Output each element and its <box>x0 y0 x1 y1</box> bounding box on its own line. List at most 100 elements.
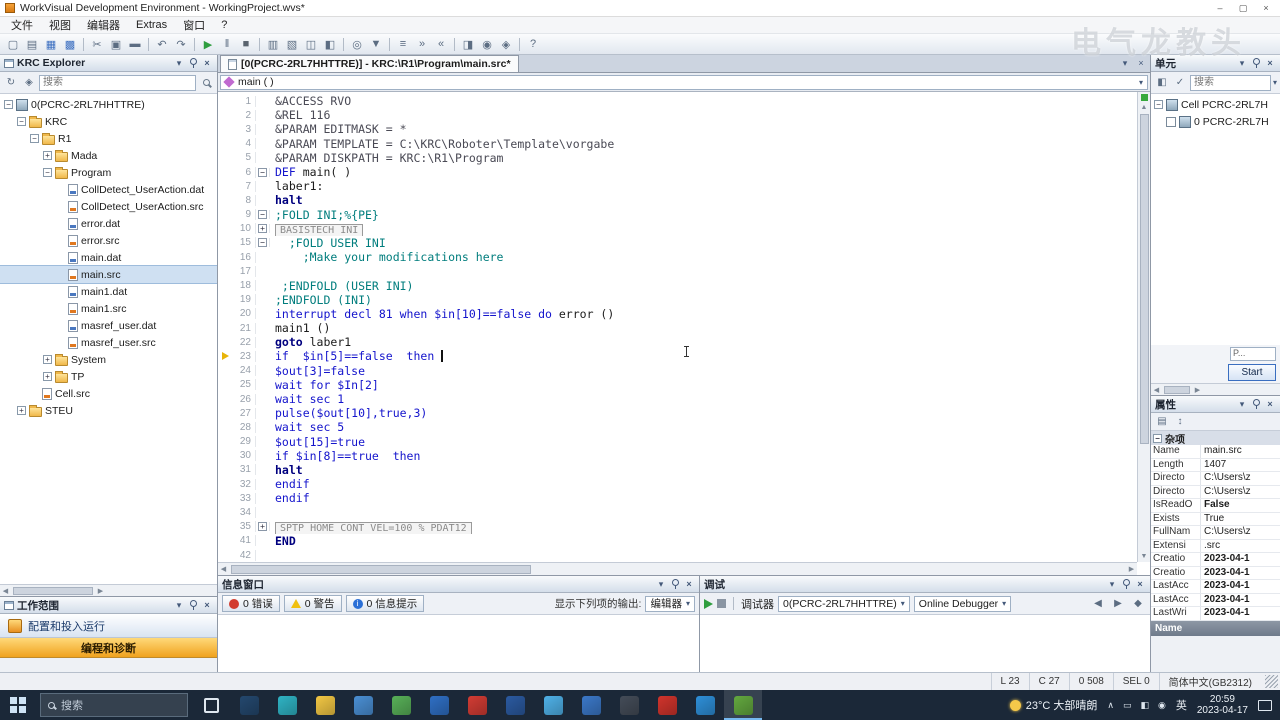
taskbar-mail-app-icon[interactable] <box>420 690 458 720</box>
collapse-icon[interactable]: − <box>30 134 39 143</box>
workspace-item-programming[interactable]: 编程和诊断 <box>0 638 217 658</box>
start-button[interactable]: Start <box>1228 364 1276 381</box>
tree-item-main1-src[interactable]: main1.src <box>0 300 217 317</box>
editor-vscrollbar[interactable]: ▲ ▼ <box>1137 92 1150 562</box>
taskbar-cloud-app-icon[interactable] <box>572 690 610 720</box>
close-button[interactable]: × <box>1257 2 1275 15</box>
tree-item-tp[interactable]: + TP <box>0 368 217 385</box>
scroll-right-icon[interactable]: ▶ <box>95 585 106 596</box>
stop-debug-button[interactable] <box>717 599 726 608</box>
pin-icon[interactable] <box>1251 398 1261 410</box>
collapse-icon[interactable]: − <box>17 117 26 126</box>
property-category-misc[interactable]: − 杂项 <box>1151 431 1280 446</box>
property-row[interactable]: IsReadO False <box>1151 499 1280 513</box>
expand-icon[interactable]: + <box>43 355 52 364</box>
categorized-view-icon[interactable]: ▤ <box>1154 414 1170 430</box>
save-all-icon[interactable]: ▩ <box>61 36 79 53</box>
code-line[interactable]: 17 <box>218 264 1137 278</box>
property-row[interactable]: Extensi .src <box>1151 539 1280 553</box>
scroll-up-icon[interactable]: ▲ <box>1139 102 1150 113</box>
warnings-filter-button[interactable]: 0 警告 <box>283 595 342 612</box>
fold-collapse-icon[interactable]: − <box>258 210 267 220</box>
fold-collapse-icon[interactable]: − <box>258 167 267 177</box>
document-tab-main-src[interactable]: [0(PCRC-2RL7HHTTRE)] - KRC:\R1\Program\m… <box>220 55 519 72</box>
code-line[interactable]: 30 if $in[8]==true then <box>218 449 1137 463</box>
taskbar-qq-app-icon[interactable] <box>534 690 572 720</box>
pin-icon[interactable] <box>670 578 680 590</box>
code-line[interactable]: 5 &PARAM DISKPATH = KRC:\R1\Program <box>218 151 1137 165</box>
errors-filter-button[interactable]: 0 错误 <box>222 595 280 612</box>
notification-center-icon[interactable] <box>1258 699 1272 711</box>
property-row[interactable]: Directo C:\Users\z <box>1151 472 1280 486</box>
list-view-icon[interactable]: ≡ <box>394 36 412 53</box>
collapse-icon[interactable]: − <box>4 100 13 109</box>
code-line[interactable]: 19 ;ENDFOLD (INI) <box>218 293 1137 307</box>
tree-item-colldetect-useraction-dat[interactable]: CollDetect_UserAction.dat <box>0 181 217 198</box>
scroll-thumb[interactable] <box>1139 114 1149 444</box>
pin-icon[interactable] <box>1251 57 1261 69</box>
explorer-search-input[interactable] <box>39 74 196 91</box>
debug-settings-icon[interactable]: ◆ <box>1130 596 1146 612</box>
pin-icon[interactable] <box>188 599 198 611</box>
taskbar-clock[interactable]: 20:59 2023-04-17 <box>1197 694 1248 716</box>
run-icon[interactable]: ▶ <box>199 36 217 53</box>
indent-icon[interactable]: » <box>413 36 431 53</box>
expand-icon[interactable]: + <box>43 151 52 160</box>
menu-extras[interactable]: Extras <box>128 18 175 32</box>
hidden-icons-icon[interactable]: ∧ <box>1107 700 1114 711</box>
code-line[interactable]: 42 <box>218 548 1137 562</box>
fold-expand-icon[interactable]: + <box>258 522 267 532</box>
volume-icon[interactable]: ◉ <box>1158 700 1166 711</box>
menu-file[interactable]: 文件 <box>3 16 41 34</box>
property-row[interactable]: FullNam C:\Users\z <box>1151 526 1280 540</box>
close-panel-button[interactable]: × <box>201 57 213 69</box>
redo-icon[interactable]: ↷ <box>172 36 190 53</box>
resize-grip[interactable] <box>1265 675 1278 688</box>
tree-item-r1[interactable]: − R1 <box>0 130 217 147</box>
code-line[interactable]: 41 END <box>218 534 1137 548</box>
code-line[interactable]: 10 + BASISTECH INI <box>218 222 1137 236</box>
add-device-icon[interactable]: ▥ <box>264 36 282 53</box>
cell-hscrollbar[interactable]: ◀ ▶ <box>1151 383 1280 395</box>
property-row[interactable]: LastAcc 2023-04-1 <box>1151 580 1280 594</box>
close-panel-button[interactable]: × <box>1134 578 1146 590</box>
tree-item-krc[interactable]: − KRC <box>0 113 217 130</box>
scroll-thumb[interactable] <box>231 564 531 574</box>
stop-icon[interactable]: ■ <box>237 36 255 53</box>
code-line[interactable]: 29 $out[15]=true <box>218 435 1137 449</box>
start-menu-button[interactable] <box>0 690 36 720</box>
editor-hscrollbar[interactable]: ◀ ▶ <box>218 562 1137 575</box>
property-row[interactable]: Directo C:\Users\z <box>1151 485 1280 499</box>
help-icon[interactable]: ? <box>524 36 542 53</box>
pin-icon[interactable] <box>188 57 198 69</box>
panel-menu-button[interactable]: ▾ <box>1106 578 1118 590</box>
code-line[interactable]: 20 interrupt decl 81 when $in[10]==false … <box>218 307 1137 321</box>
fold-collapse-icon[interactable]: − <box>258 238 267 248</box>
tree-item-program[interactable]: − Program <box>0 164 217 181</box>
tree-item-main-dat[interactable]: main.dat <box>0 249 217 266</box>
close-panel-button[interactable]: × <box>683 578 695 590</box>
weather-widget[interactable]: 23°C 大部晴朗 <box>1009 697 1097 713</box>
project-structure-icon[interactable]: ◧ <box>321 36 339 53</box>
workspace-item-configuration[interactable]: 配置和投入运行 <box>0 614 217 638</box>
tree-item-system[interactable]: + System <box>0 351 217 368</box>
tree-item-error-src[interactable]: error.src <box>0 232 217 249</box>
property-row[interactable]: Exists True <box>1151 512 1280 526</box>
tree-item-error-dat[interactable]: error.dat <box>0 215 217 232</box>
cell-tree-item-cell-pcrc-2rl7h[interactable]: − Cell PCRC-2RL7H <box>1151 96 1280 113</box>
menu-window[interactable]: 窗口 <box>175 16 213 34</box>
close-document-button[interactable]: × <box>1134 56 1148 70</box>
code-line[interactable]: 27 pulse($out[10],true,3) <box>218 406 1137 420</box>
taskbar-search[interactable]: 搜索 <box>40 693 188 717</box>
code-line[interactable]: 35 + SPTP HOME CONT VEL=100 % PDAT12 <box>218 520 1137 534</box>
checkbox[interactable] <box>1166 116 1176 127</box>
code-line[interactable]: 8 halt <box>218 193 1137 207</box>
taskbar-wps-office-icon[interactable] <box>648 690 686 720</box>
scroll-left-icon[interactable]: ◀ <box>218 564 229 575</box>
code-line[interactable]: 21 main1 () <box>218 321 1137 335</box>
catalog-icon[interactable]: ▧ <box>283 36 301 53</box>
code-line[interactable]: 3 &PARAM EDITMASK = * <box>218 122 1137 136</box>
taskbar-dev-app-icon[interactable] <box>610 690 648 720</box>
pin-icon[interactable] <box>1121 578 1131 590</box>
pause-icon[interactable]: ‖ <box>218 36 236 53</box>
